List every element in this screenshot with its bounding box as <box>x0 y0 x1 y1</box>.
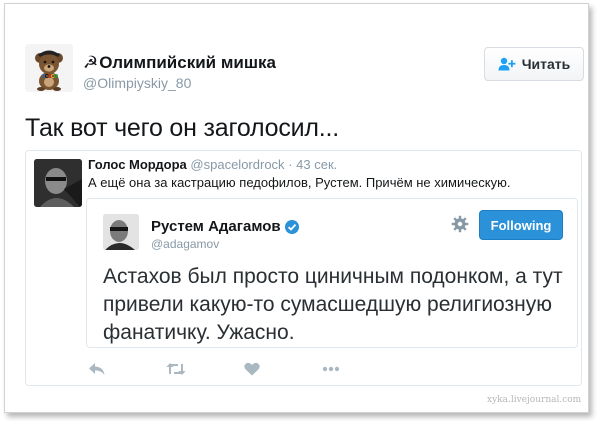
embedded-author-avatar[interactable] <box>103 214 139 250</box>
quoted-tweet[interactable]: Голос Мордора @spacelordrock · 43 сек. А… <box>25 150 582 386</box>
tweet-screenshot: ☭Олимпийский мишка @Olimpiyskiy_80 Читат… <box>4 3 589 413</box>
gear-icon[interactable] <box>451 215 469 233</box>
watermark: xyka.livejournal.com <box>487 395 582 405</box>
quoted-author-avatar[interactable] <box>34 159 82 207</box>
like-button[interactable] <box>244 360 322 378</box>
author-name[interactable]: ☭Олимпийский мишка <box>83 53 276 73</box>
embedded-author-name[interactable]: Рустем Адагамов <box>151 218 299 235</box>
quoted-tweet-header: Голос Мордора @spacelordrock · 43 сек. <box>88 157 337 172</box>
quoted-tweet-text: А ещё она за кастрацию педофилов, Рустем… <box>88 175 511 190</box>
embedded-author-name-text: Рустем Адагамов <box>151 218 281 235</box>
embedded-tweet-text: Астахов был просто циничным подонком, а … <box>103 265 563 344</box>
bear-mascot-icon <box>25 44 73 92</box>
following-button[interactable]: Following <box>479 210 563 240</box>
follow-button[interactable]: Читать <box>484 47 584 81</box>
like-icon <box>244 362 260 376</box>
more-button[interactable] <box>322 360 400 378</box>
quoted-author-handle[interactable]: @spacelordrock <box>190 157 284 172</box>
separator-dot: · <box>288 157 293 172</box>
portrait-photo-icon <box>103 214 139 250</box>
quoted-author-name[interactable]: Голос Мордора <box>88 157 187 172</box>
author-handle[interactable]: @Olimpiyskiy_80 <box>83 75 191 91</box>
add-user-icon <box>498 57 516 71</box>
tweet-text: Так вот чего он заголосил... <box>25 114 340 142</box>
embedded-tweet-card[interactable]: Рустем Адагамов @adagamov Following Аста… <box>86 198 578 348</box>
author-avatar[interactable] <box>25 44 73 92</box>
retweet-icon <box>166 363 186 375</box>
verified-badge-icon <box>284 219 299 234</box>
retweet-button[interactable] <box>166 360 244 378</box>
reply-icon <box>89 363 105 375</box>
reply-button[interactable] <box>88 360 166 378</box>
quoted-tweet-timestamp[interactable]: 43 сек. <box>296 157 337 172</box>
embedded-author-handle[interactable]: @adagamov <box>151 237 219 251</box>
follow-button-label: Читать <box>521 56 571 72</box>
author-name-text: Олимпийский мишка <box>99 53 276 72</box>
portrait-photo-icon <box>34 159 82 207</box>
hammer-sickle-icon: ☭ <box>83 53 99 72</box>
tweet-actions <box>88 360 400 378</box>
more-icon <box>322 366 340 372</box>
